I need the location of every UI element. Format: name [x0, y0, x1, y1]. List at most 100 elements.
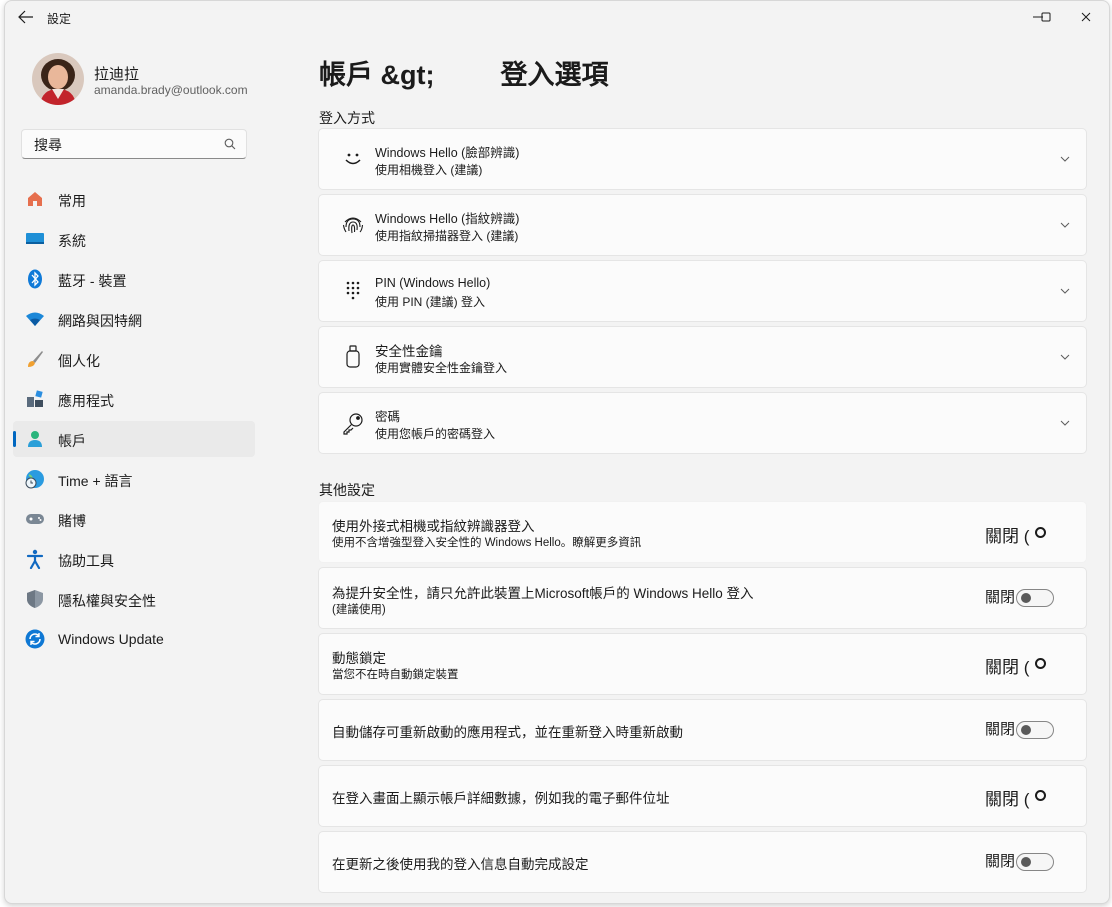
- sidebar-item-label: 應用程式: [58, 393, 114, 409]
- sidebar-item-system[interactable]: 系統: [13, 221, 255, 257]
- card-title: 密碼: [375, 410, 401, 424]
- time-language-icon: [25, 469, 45, 489]
- accessibility-icon: [25, 549, 45, 569]
- sidebar-item-windows-update[interactable]: Windows Update: [13, 621, 255, 657]
- settings-window: 設定 拉迪拉 amanda.brady@outlook.com 搜尋 常用 系統…: [4, 0, 1110, 904]
- active-indicator: [13, 431, 16, 447]
- option-subtitle: (建議使用): [332, 604, 386, 616]
- option-title: 在更新之後使用我的登入信息自動完成設定: [332, 857, 589, 872]
- chevron-down-icon[interactable]: [1060, 287, 1070, 295]
- key-icon: [341, 411, 365, 435]
- sidebar-item-apps[interactable]: 應用程式: [13, 381, 255, 417]
- card-subtitle: 使用指紋掃描器登入 (建議): [375, 229, 519, 243]
- wifi-icon: [25, 309, 45, 329]
- pin-keypad-icon: [341, 279, 365, 303]
- search-icon[interactable]: [224, 138, 236, 150]
- option-dynamic-lock: 動態鎖定 當您不在時自動鎖定裝置 關閉 (: [318, 633, 1087, 695]
- section-title-additional-settings: 其他設定: [319, 482, 375, 498]
- sidebar-item-label: 帳戶: [58, 433, 86, 449]
- account-icon: [25, 429, 45, 449]
- user-name: 拉迪拉: [94, 66, 140, 83]
- option-hello-only: 為提升安全性，請只允許此裝置上Microsoft帳戶的 Windows Hell…: [318, 567, 1087, 629]
- signin-method-password[interactable]: 密碼 使用您帳戶的密碼登入: [318, 392, 1087, 454]
- toggle-knob: [1021, 857, 1031, 867]
- sidebar-item-label: 賭博: [58, 513, 86, 529]
- option-subtitle: 當您不在時自動鎖定裝置: [332, 669, 459, 681]
- usb-key-icon: [341, 345, 365, 369]
- option-state-label: 關閉 (: [985, 790, 1030, 809]
- sidebar-item-privacy[interactable]: 隱私權與安全性: [13, 581, 255, 617]
- sidebar-item-home[interactable]: 常用: [13, 181, 255, 217]
- chevron-down-icon[interactable]: [1060, 419, 1070, 427]
- back-button[interactable]: [15, 7, 37, 27]
- gaming-icon: [25, 509, 45, 529]
- sidebar-item-label: 藍牙 - 裝置: [58, 273, 127, 289]
- toggle-switch[interactable]: [1016, 589, 1054, 607]
- brush-icon: [25, 349, 45, 369]
- option-state-label: 關閉: [985, 589, 1016, 606]
- search-input[interactable]: [32, 134, 216, 156]
- title-bar: 設定: [5, 1, 1109, 33]
- card-title: PIN (Windows Hello): [375, 276, 491, 290]
- sidebar-item-accounts[interactable]: 帳戶: [13, 421, 255, 457]
- card-title: 安全性金鑰: [375, 344, 443, 359]
- bluetooth-icon: [25, 269, 45, 289]
- sidebar-item-label: 系統: [58, 233, 86, 249]
- chevron-down-icon[interactable]: [1060, 155, 1070, 163]
- toggle-switch[interactable]: [1016, 853, 1054, 871]
- toggle-switch[interactable]: [1016, 721, 1054, 739]
- sidebar-item-label: 網路與因特網: [58, 313, 142, 329]
- maximize-icon: [1041, 12, 1051, 22]
- card-subtitle: 使用實體安全性金鑰登入: [375, 361, 508, 375]
- toggle-switch[interactable]: [1035, 658, 1046, 669]
- toggle-switch[interactable]: [1035, 790, 1046, 801]
- option-title: 為提升安全性，請只允許此裝置上Microsoft帳戶的 Windows Hell…: [332, 586, 754, 601]
- option-state-label: 關閉: [985, 721, 1016, 738]
- sidebar-item-time-language[interactable]: Time + 語言: [13, 461, 255, 497]
- close-icon: [1081, 12, 1091, 22]
- breadcrumb-current: 登入選項: [500, 60, 609, 90]
- card-subtitle: 使用相機登入 (建議): [375, 163, 483, 177]
- sidebar-item-label: 協助工具: [58, 553, 114, 569]
- option-subtitle[interactable]: 使用不含增強型登入安全性的 Windows Hello。瞭解更多資訊: [332, 534, 641, 550]
- user-photo-icon: [32, 53, 84, 105]
- signin-method-face[interactable]: Windows Hello (臉部辨識) 使用相機登入 (建議): [318, 128, 1087, 190]
- close-button[interactable]: [1063, 1, 1109, 33]
- card-title: Windows Hello (指紋辨識): [375, 212, 520, 226]
- option-show-account-details: 在登入畫面上顯示帳戶詳細數據，例如我的電子郵件位址 關閉 (: [318, 765, 1087, 827]
- option-title: 自動儲存可重新啟動的應用程式，並在重新登入時重新啟動: [332, 725, 683, 740]
- toggle-switch[interactable]: [1035, 527, 1046, 538]
- back-arrow-icon: [18, 10, 33, 24]
- breadcrumb-parent[interactable]: 帳戶 &gt;: [319, 60, 434, 90]
- chevron-down-icon[interactable]: [1060, 221, 1070, 229]
- search-box[interactable]: [21, 129, 247, 159]
- sidebar-nav: 常用 系統 藍牙 - 裝置 網路與因特網 個人化 應用程式 帳戶 Time + …: [13, 181, 255, 661]
- option-title: 動態鎖定: [332, 651, 386, 666]
- card-subtitle: 使用您帳戶的密碼登入: [375, 427, 496, 441]
- option-state-label: 關閉 (: [985, 527, 1030, 546]
- card-title: Windows Hello (臉部辨識): [375, 146, 520, 160]
- chevron-down-icon[interactable]: [1060, 353, 1070, 361]
- sidebar-item-gaming[interactable]: 賭博: [13, 501, 255, 537]
- sidebar-item-label: Windows Update: [58, 631, 164, 647]
- apps-icon: [25, 389, 45, 409]
- sidebar-item-bluetooth[interactable]: 藍牙 - 裝置: [13, 261, 255, 297]
- sidebar-item-accessibility[interactable]: 協助工具: [13, 541, 255, 577]
- sidebar-item-label: 個人化: [58, 353, 100, 369]
- signin-method-security-key[interactable]: 安全性金鑰 使用實體安全性金鑰登入: [318, 326, 1087, 388]
- option-title: 在登入畫面上顯示帳戶詳細數據，例如我的電子郵件位址: [332, 791, 670, 806]
- system-icon: [25, 229, 45, 249]
- sidebar-item-personalization[interactable]: 個人化: [13, 341, 255, 377]
- option-state-label: 關閉 (: [985, 658, 1030, 677]
- page-title: 帳戶 &gt; 登入選項: [319, 53, 608, 92]
- update-icon: [25, 629, 45, 649]
- signin-method-pin[interactable]: PIN (Windows Hello) 使用 PIN (建議) 登入: [318, 260, 1087, 322]
- app-title: 設定: [47, 12, 72, 26]
- sidebar-item-network[interactable]: 網路與因特網: [13, 301, 255, 337]
- signin-method-fingerprint[interactable]: Windows Hello (指紋辨識) 使用指紋掃描器登入 (建議): [318, 194, 1087, 256]
- avatar[interactable]: [32, 53, 84, 105]
- option-title: 使用外接式相機或指紋辨識器登入: [332, 519, 535, 534]
- option-state-label: 關閉: [985, 853, 1016, 870]
- home-icon: [25, 189, 45, 209]
- sidebar-item-label: Time + 語言: [58, 473, 133, 489]
